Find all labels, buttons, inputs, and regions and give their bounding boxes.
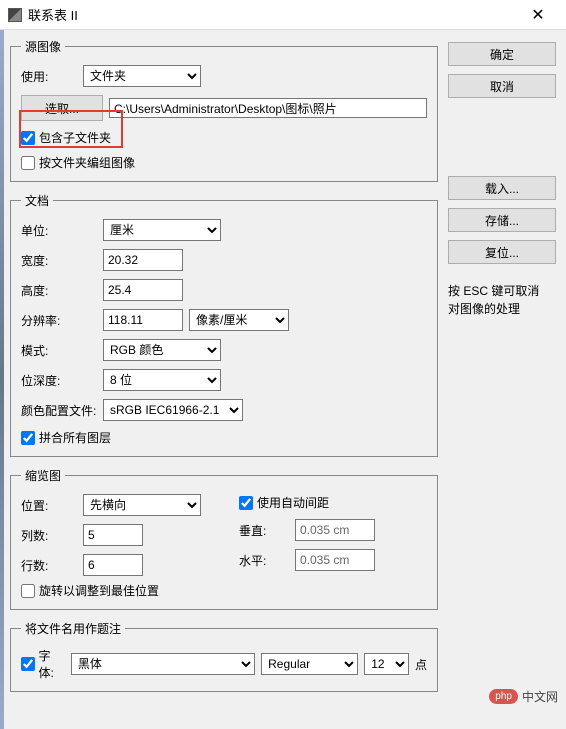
font-family-select[interactable]: 黑体 (71, 653, 255, 675)
rotate-label: 旋转以调整到最佳位置 (39, 582, 159, 599)
font-size-select[interactable]: 12 (364, 653, 409, 675)
select-button[interactable]: 选取... (21, 95, 103, 121)
reset-button[interactable]: 复位... (448, 240, 556, 264)
vert-label: 垂直: (239, 522, 289, 539)
height-input[interactable] (103, 279, 183, 301)
app-icon (8, 8, 22, 22)
cancel-button[interactable]: 取消 (448, 74, 556, 98)
caption-font-checkbox[interactable] (21, 657, 35, 671)
window-title: 联系表 II (28, 5, 518, 24)
caption-legend: 将文件名用作题注 (21, 620, 125, 637)
watermark: php 中文网 (489, 688, 558, 705)
rotate-checkbox[interactable] (21, 584, 35, 598)
document-legend: 文档 (21, 192, 53, 209)
caption-group: 将文件名用作题注 字体: 黑体 Regular 12 点 (10, 620, 438, 692)
document-group: 文档 单位: 厘米 宽度: 高度: 分辨率: 像素/厘米 模式: RGB 颜色 (10, 192, 438, 457)
resolution-input[interactable] (103, 309, 183, 331)
include-subfolders-label: 包含子文件夹 (39, 129, 111, 146)
mode-select[interactable]: RGB 颜色 (103, 339, 221, 361)
auto-spacing-label: 使用自动间距 (257, 494, 329, 511)
depth-label: 位深度: (21, 372, 97, 389)
unit-label: 单位: (21, 222, 97, 239)
font-size-suffix: 点 (415, 656, 427, 673)
profile-select[interactable]: sRGB IEC61966-2.1 (103, 399, 243, 421)
profile-label: 颜色配置文件: (21, 402, 97, 419)
source-image-group: 源图像 使用: 文件夹 选取... C:\Users\Administrator… (10, 38, 438, 182)
save-button[interactable]: 存储... (448, 208, 556, 232)
width-label: 宽度: (21, 252, 97, 269)
flatten-checkbox[interactable] (21, 431, 35, 445)
resolution-unit-select[interactable]: 像素/厘米 (189, 309, 289, 331)
watermark-text: 中文网 (522, 688, 558, 705)
resolution-label: 分辨率: (21, 312, 97, 329)
group-by-folder-label: 按文件夹编组图像 (39, 154, 135, 171)
depth-select[interactable]: 8 位 (103, 369, 221, 391)
width-input[interactable] (103, 249, 183, 271)
auto-spacing-checkbox[interactable] (239, 496, 253, 510)
cols-input[interactable] (83, 524, 143, 546)
use-label: 使用: (21, 68, 77, 85)
font-label: 字体: (39, 647, 65, 681)
source-legend: 源图像 (21, 38, 65, 55)
close-icon[interactable]: ✕ (518, 0, 558, 30)
cols-label: 列数: (21, 527, 77, 544)
unit-select[interactable]: 厘米 (103, 219, 221, 241)
font-style-select[interactable]: Regular (261, 653, 358, 675)
mode-label: 模式: (21, 342, 97, 359)
ok-button[interactable]: 确定 (448, 42, 556, 66)
watermark-badge: php (489, 689, 518, 704)
vert-input (295, 519, 375, 541)
include-subfolders-checkbox[interactable] (21, 131, 35, 145)
title-bar: 联系表 II ✕ (0, 0, 566, 30)
rows-label: 行数: (21, 557, 77, 574)
path-display: C:\Users\Administrator\Desktop\图标\照片 (109, 98, 427, 118)
use-select[interactable]: 文件夹 (83, 65, 201, 87)
height-label: 高度: (21, 282, 97, 299)
flatten-label: 拼合所有图层 (39, 429, 111, 446)
load-button[interactable]: 载入... (448, 176, 556, 200)
esc-hint: 按 ESC 键可取消 对图像的处理 (448, 282, 556, 318)
place-label: 位置: (21, 497, 77, 514)
place-select[interactable]: 先横向 (83, 494, 201, 516)
horiz-label: 水平: (239, 552, 289, 569)
rows-input[interactable] (83, 554, 143, 576)
thumbnail-group: 缩览图 位置: 先横向 列数: 行数: (10, 467, 438, 610)
horiz-input (295, 549, 375, 571)
thumbnail-legend: 缩览图 (21, 467, 65, 484)
group-by-folder-checkbox[interactable] (21, 156, 35, 170)
